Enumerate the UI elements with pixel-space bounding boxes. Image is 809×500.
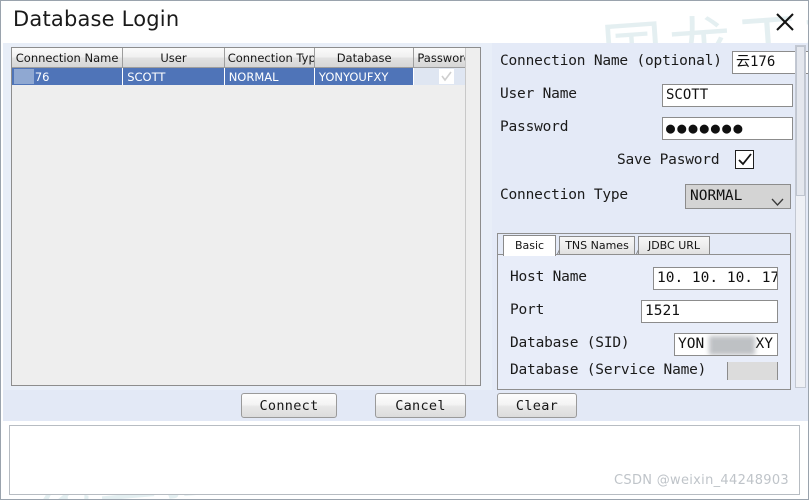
connection-type-select[interactable]: NORMAL (685, 184, 791, 209)
field-port: Port 1521 (498, 296, 790, 328)
database-sid-redaction (709, 336, 755, 355)
host-name-label: Host Name (510, 269, 587, 285)
clear-button[interactable]: Clear (497, 393, 577, 418)
cell-connection-name[interactable]: 云176 (12, 67, 124, 85)
connection-form-panel: Connection Name (optional) 云176 User Nam… (492, 43, 808, 390)
form-panel-scrollbar[interactable] (795, 45, 806, 388)
connection-table-container: Connection Name User Connection Type Dat… (11, 47, 481, 386)
cell-connection-type[interactable]: NORMAL (224, 67, 315, 85)
password-label: Password (500, 119, 569, 135)
cancel-button[interactable]: Cancel (375, 393, 466, 418)
cell-user[interactable]: SCOTT (122, 67, 225, 85)
table-row[interactable]: 云176 SCOTT NORMAL YONYOUFXY (12, 67, 480, 85)
host-name-input[interactable]: 10. 10. 10. 176 (653, 267, 778, 290)
basic-tab-content: Host Name 10. 10. 10. 176 Port 1521 Data… (497, 254, 791, 390)
database-sid-label: Database (SID) (510, 335, 630, 351)
column-header-connection-type[interactable]: Connection Type (224, 48, 315, 68)
field-password: Password ●●●●●●● (492, 115, 808, 143)
field-connection-name: Connection Name (optional) 云176 (492, 49, 808, 77)
field-connection-type: Connection Type NORMAL (492, 183, 808, 211)
column-header-database[interactable]: Database (314, 48, 415, 68)
tab-jdbc-url[interactable]: JDBC URL (638, 236, 710, 255)
table-header-row: Connection Name User Connection Type Dat… (12, 48, 480, 68)
field-database-service-name: Database (Service Name) (498, 362, 790, 380)
database-sid-input[interactable]: YON XY (674, 333, 778, 356)
tab-tns-names[interactable]: TNS Names (559, 236, 635, 255)
connection-table-scrollbar[interactable] (465, 48, 480, 385)
user-name-label: User Name (500, 86, 577, 102)
database-service-name-label: Database (Service Name) (510, 362, 707, 378)
field-user-name: User Name SCOTT (492, 82, 808, 110)
connection-name-label: Connection Name (optional) (500, 53, 722, 69)
connection-list-panel: Connection Name User Connection Type Dat… (3, 43, 492, 390)
port-label: Port (510, 302, 545, 318)
dialog-button-bar: Connect Cancel Clear (3, 390, 808, 421)
field-save-password: Save Pasword (492, 148, 808, 176)
column-header-connection-name[interactable]: Connection Name (12, 48, 124, 68)
row-handle (14, 69, 34, 84)
connection-type-value: NORMAL (690, 188, 743, 204)
column-header-user[interactable]: User (122, 48, 225, 68)
connection-type-label: Connection Type (500, 187, 628, 203)
close-icon[interactable] (770, 7, 800, 37)
csdn-watermark: CSDN @weixin_44248903 (614, 473, 789, 488)
save-password-label: Save Pasword (617, 152, 720, 168)
database-sid-suffix: XY (755, 336, 773, 352)
database-sid-prefix: YON (678, 336, 705, 352)
port-input[interactable]: 1521 (641, 300, 778, 323)
database-login-window: 国龙工控 龙工控 0010021 2021-12-27 17588 Databa… (0, 0, 809, 500)
form-panel-scrollbar-thumb[interactable] (796, 46, 805, 196)
connect-button[interactable]: Connect (241, 393, 337, 418)
save-password-checkbox[interactable] (735, 150, 754, 169)
field-database-sid: Database (SID) YON XY (498, 329, 790, 361)
field-host-name: Host Name 10. 10. 10. 176 (498, 263, 790, 295)
password-input[interactable]: ●●●●●●● (662, 117, 793, 140)
title-bar: Database Login (1, 1, 808, 43)
tab-basic[interactable]: Basic (503, 235, 556, 256)
database-service-name-input[interactable] (727, 362, 778, 380)
password-saved-checkmark-icon (439, 69, 455, 84)
chevron-down-icon (771, 192, 784, 215)
connection-table: Connection Name User Connection Type Dat… (12, 48, 480, 85)
cell-database[interactable]: YONYOUFXY (314, 67, 415, 85)
tab-strip: Basic TNS Names JDBC URL (497, 233, 791, 256)
status-area: CSDN @weixin_44248903 (9, 425, 800, 495)
user-name-input[interactable]: SCOTT (662, 84, 793, 107)
connection-detail-tabs: Basic TNS Names JDBC URL Host Name 10. 1… (497, 233, 791, 390)
page-title: Database Login (13, 7, 180, 31)
table-empty-body (12, 85, 480, 385)
